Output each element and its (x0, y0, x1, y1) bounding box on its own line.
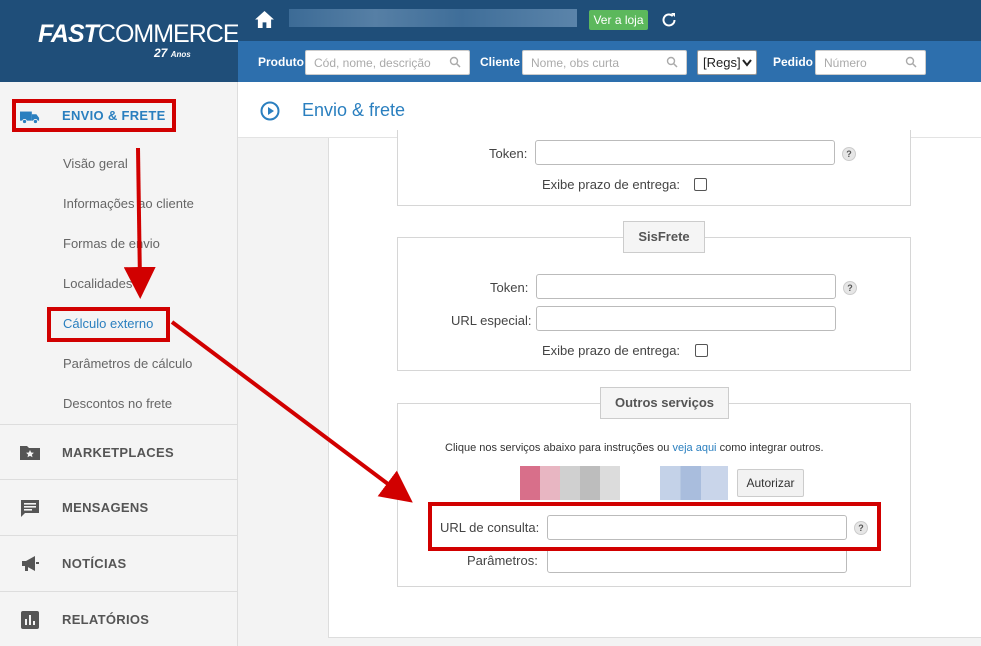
arrow-diagonal (170, 320, 413, 503)
arrow-down (123, 147, 156, 299)
annotation-arrows (123, 147, 413, 503)
